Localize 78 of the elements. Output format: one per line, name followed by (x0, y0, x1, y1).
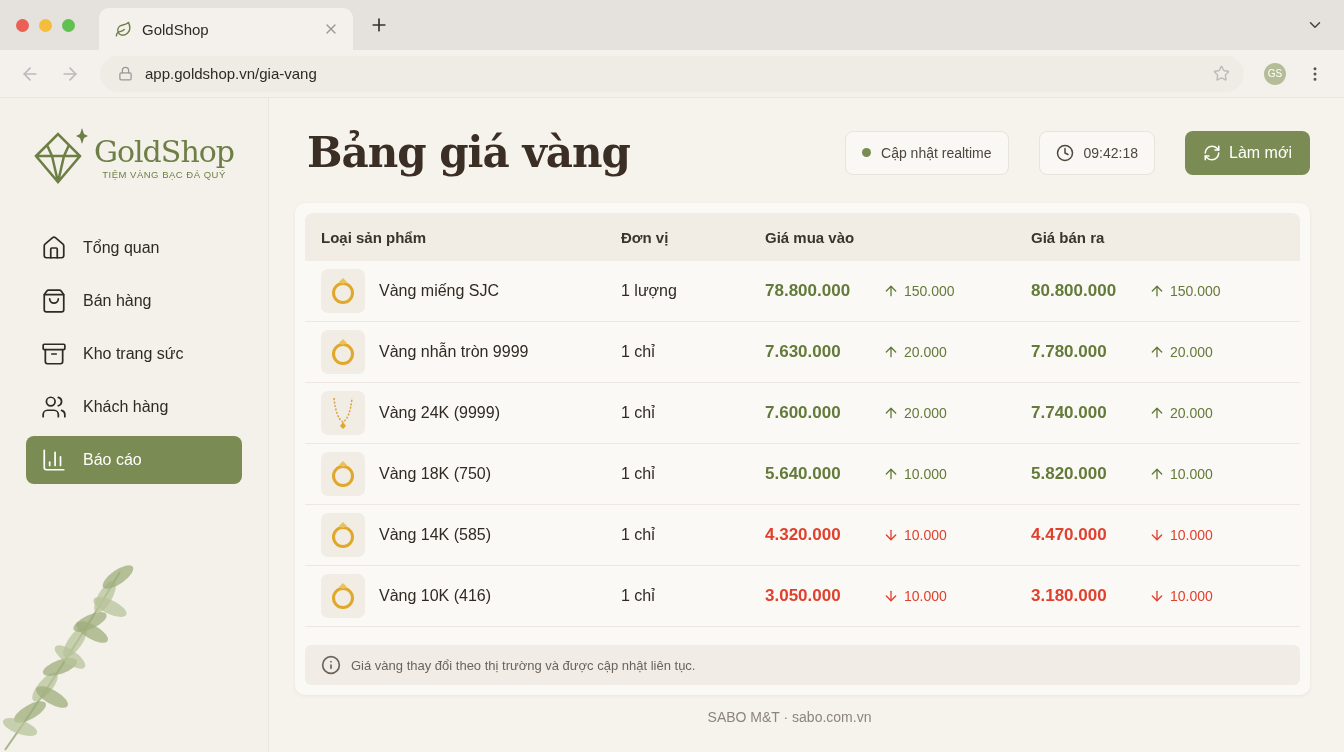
product-name: Vàng miếng SJC (379, 282, 500, 300)
unit-cell-text: 1 chỉ (621, 526, 656, 544)
status-text: Cập nhật realtime (881, 144, 992, 161)
column-header: Đơn vị (621, 228, 670, 246)
users-icon (41, 394, 67, 420)
browser-tab[interactable]: GoldShop (99, 8, 353, 50)
buy-change: 10.000 (904, 527, 947, 543)
address-bar[interactable]: app.goldshop.vn/gia-vang (100, 55, 1244, 92)
sell-change: 10.000 (1170, 527, 1213, 543)
buy-change: 20.000 (904, 344, 947, 360)
refresh-icon (1203, 143, 1222, 162)
ring-icon (330, 277, 356, 305)
nav-item[interactable]: Bán hàng (26, 277, 242, 325)
ring-icon (330, 521, 356, 549)
ring-icon (330, 582, 356, 610)
column-header: Giá mua vào (765, 228, 856, 246)
clock-icon (1055, 143, 1074, 162)
nav-item[interactable]: Báo cáo (26, 436, 242, 484)
buy-price: 7.600.000 (765, 403, 842, 423)
sell-price: 7.780.000 (1031, 342, 1108, 362)
refresh-button[interactable]: Làm mới (1185, 130, 1310, 175)
sell-price: 5.820.000 (1031, 464, 1108, 484)
status-dot-icon (862, 148, 872, 157)
product-name: Vàng 14K (585) (379, 526, 492, 544)
unit-cell-text: 1 chỉ (621, 404, 656, 422)
nav-item[interactable]: Khách hàng (26, 383, 242, 431)
unit-cell-text: 1 chỉ (621, 465, 656, 483)
tab-title: GoldShop (142, 20, 210, 38)
url-text: app.goldshop.vn/gia-vang (145, 65, 318, 82)
ring-icon (330, 460, 356, 488)
buy-price: 5.640.000 (765, 464, 842, 484)
sell-change: 20.000 (1170, 344, 1213, 360)
product-name: Vàng 18K (750) (379, 465, 492, 483)
leaf-icon (115, 20, 132, 38)
star-icon[interactable] (1213, 65, 1230, 82)
buy-price: 4.320.000 (765, 525, 842, 545)
diamond-logo-icon (32, 128, 88, 186)
unit-cell-text: 1 chỉ (621, 587, 656, 605)
nav-item[interactable]: Tổng quan (26, 224, 242, 272)
product-name: Vàng 10K (416) (379, 587, 492, 605)
product-name: Vàng nhẫn tròn 9999 (379, 343, 529, 361)
time-text: 09:42:18 (1083, 144, 1139, 161)
buy-price: 78.800.000 (765, 281, 852, 301)
sell-change: 10.000 (1170, 466, 1213, 482)
minimize-window-button[interactable] (39, 18, 52, 32)
bar-chart-icon (41, 447, 67, 473)
home-icon (41, 235, 67, 261)
buy-change: 10.000 (904, 588, 947, 604)
buy-price: 7.630.000 (765, 342, 842, 362)
sell-change: 20.000 (1170, 405, 1213, 421)
column-header: Loại sản phẩm (320, 228, 428, 246)
bag-icon (41, 288, 67, 314)
buy-change: 10.000 (904, 466, 947, 482)
box-icon (41, 341, 67, 367)
sell-price: 80.800.000 (1031, 281, 1118, 301)
sell-price: 4.470.000 (1031, 525, 1108, 545)
sell-price: 3.180.000 (1031, 586, 1108, 606)
product-name: Vàng 24K (9999) (379, 404, 500, 422)
sell-price: 7.740.000 (1031, 403, 1108, 423)
ring-icon (330, 338, 356, 366)
buy-change: 20.000 (904, 405, 947, 421)
maximize-window-button[interactable] (62, 18, 75, 32)
lock-icon (118, 66, 133, 81)
column-header: Giá bán ra (1031, 228, 1106, 246)
footer-text: SABO M&T · sabo.com.vn (706, 708, 873, 725)
brand-tagline: TIỆM VÀNG BẠC ĐÁ QUÝ (101, 169, 227, 180)
brand-name: GoldShop (94, 134, 234, 169)
sell-change: 150.000 (1170, 283, 1221, 299)
unit-cell-text: 1 lượng (621, 282, 678, 300)
nav-item[interactable]: Kho trang sức (26, 330, 242, 378)
page-title: Bảng giá vàng (307, 128, 631, 177)
info-icon (321, 655, 341, 675)
buy-change: 150.000 (904, 283, 955, 299)
unit-cell-text: 1 chỉ (621, 343, 656, 361)
buy-price: 3.050.000 (765, 586, 842, 606)
close-window-button[interactable] (16, 18, 29, 32)
sell-change: 10.000 (1170, 588, 1213, 604)
note-text: Giá vàng thay đổi theo thị trường và được cập nhật liên tục. (351, 657, 696, 673)
